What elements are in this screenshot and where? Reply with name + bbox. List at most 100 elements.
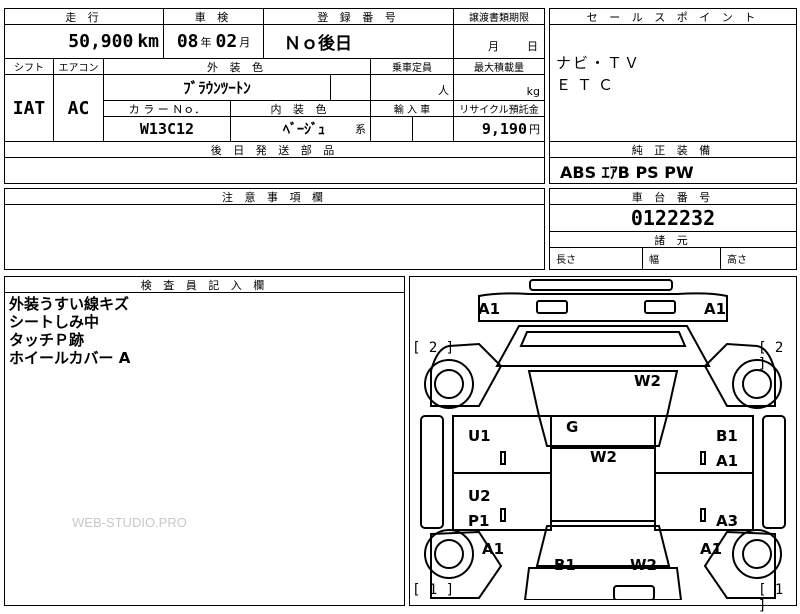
handle-fr-shape — [700, 451, 706, 465]
inspection-month: 02 — [215, 31, 238, 52]
capacity-unit: 人 — [438, 84, 449, 97]
sales-point-line-2: ＥＴＣ — [556, 76, 620, 94]
dims-header: 諸 元 — [549, 231, 797, 248]
damage-rear-right: A1 — [700, 540, 723, 558]
handle-rr-shape — [700, 508, 706, 522]
exterior-color-value: ﾌﾞﾗｳﾝﾂｰﾄﾝ — [183, 79, 251, 97]
transfer-deadline-cell: 月 日 — [453, 24, 545, 59]
interior-color-header: 内 装 色 — [230, 100, 371, 117]
ac-value: AC — [67, 97, 90, 119]
mileage-header: 走 行 — [4, 8, 164, 25]
rear-bumper-shape — [613, 585, 655, 600]
damage-door-rl-1: U2 — [468, 487, 491, 505]
recycle-header: リサイクル預託金 — [453, 100, 545, 117]
handle-rl-shape — [500, 508, 506, 522]
shift-header: シフト — [4, 58, 54, 75]
inspection-cell: 08 年 02 月 — [163, 24, 264, 59]
damage-rear-bumper: B1 — [554, 556, 576, 574]
inspection-header: 車 検 — [163, 8, 264, 25]
ac-cell: AC — [53, 74, 104, 142]
interior-color-cell: ﾍﾞｰｼﾞｭ 系 — [230, 116, 371, 142]
trunk-shape — [523, 567, 683, 600]
max-load-header: 最大積載量 — [453, 58, 545, 75]
damage-front-right: A1 — [704, 300, 727, 318]
wheel-fl-shape — [424, 359, 474, 409]
wheel-rr-shape — [732, 529, 782, 579]
color-no-header: カ ラ ー Ｎｏ． — [103, 100, 231, 117]
wheel-fr-inner-shape — [742, 369, 772, 399]
damage-door-fl: U1 — [468, 427, 491, 445]
bracket-right-bottom: [ 1 ] — [758, 582, 784, 614]
bracket-left-top: [ 2 ] — [412, 340, 455, 356]
import-header: 輸 入 車 — [370, 100, 454, 117]
interior-color-value: ﾍﾞｰｼﾞｭ — [283, 122, 325, 138]
mileage-value: 50,900 — [68, 31, 134, 52]
mileage-unit: km — [137, 31, 159, 52]
interior-color-suffix: 系 — [355, 123, 366, 136]
later-parts-header: 後 日 発 送 部 品 — [4, 141, 545, 158]
inspection-year: 08 — [176, 31, 199, 52]
import-cell-b — [412, 116, 454, 142]
damage-door-fr-1: B1 — [716, 427, 738, 445]
color-no-cell: W13C12 — [103, 116, 231, 142]
handle-fl-shape — [500, 451, 506, 465]
max-load-cell: kg — [453, 74, 545, 101]
height-cell: 高さ — [720, 247, 797, 270]
width-cell: 幅 — [642, 247, 721, 270]
front-bumper-shape — [529, 279, 673, 291]
recycle-value: 9,190 — [481, 120, 527, 138]
wheel-rl-inner-shape — [434, 539, 464, 569]
shift-value: IAT — [12, 97, 46, 119]
ac-header: エアコン — [53, 58, 104, 75]
exterior-color-extra — [330, 74, 371, 101]
recycle-unit: 円 — [529, 123, 540, 136]
sales-point-header: セ ー ル ス ポ イ ン ト — [549, 8, 797, 25]
damage-rear-glass: W2 — [630, 556, 657, 574]
chassis-cell: 0122232 — [549, 204, 797, 232]
chassis-value: 0122232 — [630, 206, 716, 230]
inspector-header: 検 査 員 記 入 欄 — [4, 276, 405, 293]
equipment-value: ABS ｴｱB PS PW — [560, 162, 694, 182]
caution-header: 注 意 事 項 欄 — [4, 188, 545, 205]
roof-shape — [537, 415, 669, 447]
transfer-day-unit: 日 — [527, 40, 538, 53]
shift-cell: IAT — [4, 74, 54, 142]
damage-roof-glass: W2 — [590, 448, 617, 466]
later-parts-body — [4, 157, 545, 184]
inspector-note-3: タッチＰ跡 — [9, 331, 85, 349]
color-no-value: W13C12 — [139, 120, 195, 138]
damage-door-fr-2: A1 — [716, 452, 739, 470]
headlight-right-shape — [644, 300, 676, 314]
capacity-cell: 人 — [370, 74, 454, 101]
import-cell-a — [370, 116, 413, 142]
damage-roof: G — [566, 418, 579, 436]
registration-header: 登 録 番 号 — [263, 8, 454, 25]
damage-windshield: W2 — [634, 372, 661, 390]
recycle-cell: 9,190 円 — [453, 116, 545, 142]
chassis-header: 車 台 番 号 — [549, 188, 797, 205]
watermark: WEB-STUDIO.PRO — [72, 515, 187, 530]
exterior-color-cell: ﾌﾞﾗｳﾝﾂｰﾄﾝ — [103, 74, 331, 101]
mileage-cell: 50,900 km — [4, 24, 164, 59]
inspection-year-unit: 年 — [200, 35, 212, 49]
damage-front-left: A1 — [478, 300, 501, 318]
inspector-note-2: シートしみ中 — [9, 313, 100, 331]
wheel-fl-inner-shape — [434, 369, 464, 399]
wheel-rr-inner-shape — [742, 539, 772, 569]
sales-point-line-1: ナビ・ＴＶ — [556, 54, 642, 72]
width-label: 幅 — [649, 255, 659, 266]
height-label: 高さ — [727, 255, 747, 266]
inspector-note-1: 外装うすい線キズ — [9, 295, 130, 313]
registration-cell: Ｎｏ後日 — [263, 24, 454, 59]
side-left-shape — [420, 415, 444, 529]
exterior-color-header: 外 装 色 — [103, 58, 371, 75]
inspection-month-unit: 月 — [239, 35, 251, 49]
grille-shape — [519, 331, 687, 347]
damage-door-rr: A3 — [716, 512, 739, 530]
length-label: 長さ — [556, 255, 576, 266]
transfer-month-unit: 月 — [488, 40, 499, 53]
length-cell: 長さ — [549, 247, 643, 270]
equipment-cell: ABS ｴｱB PS PW — [549, 157, 797, 184]
damage-rear-left: A1 — [482, 540, 505, 558]
inspector-note-4: ホイールカバー A — [9, 349, 131, 367]
